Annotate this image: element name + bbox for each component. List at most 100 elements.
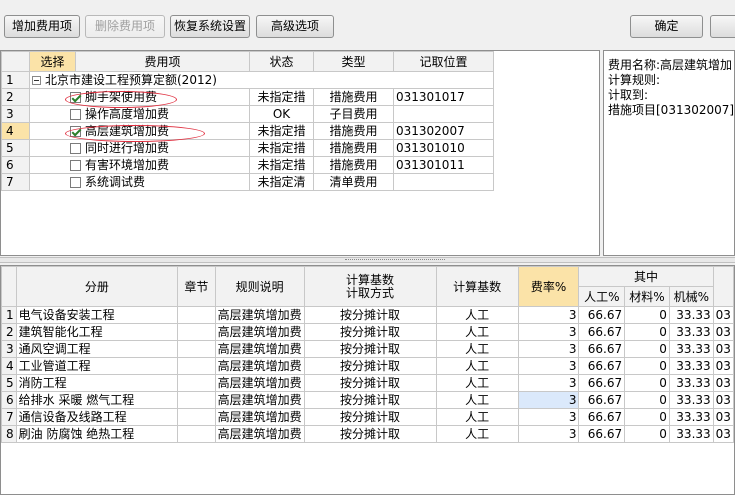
location-cell[interactable]: 031302007 [393,122,494,140]
labor-cell[interactable]: 66.67 [578,323,626,341]
location-column-header[interactable]: 记取位置 [393,51,494,72]
chapter-cell[interactable] [177,306,216,324]
material-cell[interactable]: 0 [624,425,670,443]
restore-settings-button[interactable]: 恢复系统设置 [170,15,250,38]
type-cell[interactable]: 清单费用 [313,173,394,191]
material-cell[interactable]: 0 [624,408,670,426]
table-row[interactable]: 3 通风空调工程 高层建筑增加费 按分摊计取 人工 3 66.67 0 33.33 03 [1,340,734,358]
labor-header[interactable]: 人工% [578,286,626,307]
rule-desc-cell[interactable]: 高层建筑增加费 [214,425,305,443]
labor-cell[interactable]: 66.67 [578,391,626,409]
rate-header[interactable]: 费率% [517,266,580,307]
material-cell[interactable]: 0 [624,357,670,375]
location-cell[interactable] [393,173,494,191]
table-row[interactable]: 3 操作高度增加费 OK 子目费用 [1,105,494,123]
calc-method-cell[interactable]: 按分摊计取 [303,408,437,426]
fee-item-cell[interactable]: 有害环境增加费 [29,156,250,174]
rule-desc-cell[interactable]: 高层建筑增加费 [214,306,305,324]
rate-cell[interactable]: 3 [517,425,580,443]
fee-item-cell[interactable]: 操作高度增加费 [29,105,250,123]
status-cell[interactable]: 未指定措 [249,88,314,106]
fen-ce-cell[interactable]: 刷油 防腐蚀 绝热工程 [15,425,179,443]
status-cell[interactable]: OK [249,105,314,123]
calc-method-cell[interactable]: 按分摊计取 [303,374,437,392]
checkbox-icon[interactable] [70,109,81,120]
rule-desc-cell[interactable]: 高层建筑增加费 [214,357,305,375]
fen-ce-header[interactable]: 分册 [15,266,179,307]
type-cell[interactable]: 子目费用 [313,105,394,123]
add-fee-button[interactable]: 增加费用项 [4,15,80,38]
calc-method-cell[interactable]: 按分摊计取 [303,306,437,324]
type-cell[interactable]: 措施费用 [313,139,394,157]
rule-desc-cell[interactable]: 高层建筑增加费 [214,408,305,426]
machine-cell[interactable]: 33.33 [668,425,714,443]
chapter-cell[interactable] [177,340,216,358]
calc-base-cell[interactable]: 人工 [435,425,519,443]
fen-ce-cell[interactable]: 通信设备及线路工程 [15,408,179,426]
rate-cell[interactable]: 3 [517,306,580,324]
location-cell[interactable]: 031301017 [393,88,494,106]
calc-base-cell[interactable]: 人工 [435,323,519,341]
fen-ce-cell[interactable]: 建筑智能化工程 [15,323,179,341]
machine-cell[interactable]: 33.33 [668,340,714,358]
table-row[interactable]: 4 高层建筑增加费 未指定措 措施费用 031302007 [1,122,494,140]
status-cell[interactable]: 未指定措 [249,122,314,140]
fee-item-cell[interactable]: 同时进行增加费 [29,139,250,157]
calc-base-cell[interactable]: 人工 [435,374,519,392]
calc-method-cell[interactable]: 按分摊计取 [303,323,437,341]
rate-cell[interactable]: 3 [517,391,580,409]
status-cell[interactable]: 未指定措 [249,156,314,174]
table-row[interactable]: 7 通信设备及线路工程 高层建筑增加费 按分摊计取 人工 3 66.67 0 33.33 03 [1,408,734,426]
rate-cell[interactable]: 3 [517,340,580,358]
material-cell[interactable]: 0 [624,374,670,392]
location-cell[interactable] [393,105,494,123]
table-row[interactable]: 8 刷油 防腐蚀 绝热工程 高层建筑增加费 按分摊计取 人工 3 66.67 0 33.33 03 [1,425,734,443]
fee-item-cell[interactable]: 脚手架使用费 [29,88,250,106]
calc-base-cell[interactable]: 人工 [435,340,519,358]
machine-header[interactable]: 机械% [668,286,714,307]
calc-method-cell[interactable]: 按分摊计取 [303,425,437,443]
table-row[interactable]: 1 电气设备安装工程 高层建筑增加费 按分摊计取 人工 3 66.67 0 33.33 03 [1,306,734,324]
calc-method-cell[interactable]: 按分摊计取 [303,391,437,409]
rule-desc-cell[interactable]: 高层建筑增加费 [214,391,305,409]
calc-base-cell[interactable]: 人工 [435,357,519,375]
chapter-header[interactable]: 章节 [177,266,216,307]
rule-desc-cell[interactable]: 高层建筑增加费 [214,374,305,392]
rate-cell[interactable]: 3 [517,374,580,392]
table-row[interactable]: 6 有害环境增加费 未指定措 措施费用 031301011 [1,156,494,174]
checkbox-icon[interactable] [70,160,81,171]
table-row[interactable]: 4 工业管道工程 高层建筑增加费 按分摊计取 人工 3 66.67 0 33.33 03 [1,357,734,375]
cancel-button-partial[interactable] [710,15,735,38]
collapse-icon[interactable] [32,76,41,85]
table-row[interactable]: 1 北京市建设工程预算定额(2012) [1,71,494,89]
fen-ce-cell[interactable]: 给排水 采暖 燃气工程 [15,391,179,409]
fen-ce-cell[interactable]: 消防工程 [15,374,179,392]
rule-desc-cell[interactable]: 高层建筑增加费 [214,340,305,358]
fee-item-cell[interactable]: 高层建筑增加费 [29,122,250,140]
chapter-cell[interactable] [177,374,216,392]
machine-cell[interactable]: 33.33 [668,357,714,375]
chapter-cell[interactable] [177,425,216,443]
type-column-header[interactable]: 类型 [313,51,394,72]
calc-base-header[interactable]: 计算基数 [435,266,519,307]
type-cell[interactable]: 措施费用 [313,156,394,174]
location-cell[interactable]: 031301010 [393,139,494,157]
machine-cell[interactable]: 33.33 [668,306,714,324]
advanced-options-button[interactable]: 高级选项 [256,15,334,38]
material-cell[interactable]: 0 [624,340,670,358]
status-cell[interactable]: 未指定清 [249,173,314,191]
status-cell[interactable]: 未指定措 [249,139,314,157]
material-cell[interactable]: 0 [624,391,670,409]
select-column-header[interactable]: 选择 [29,51,76,72]
status-column-header[interactable]: 状态 [249,51,314,72]
pane-splitter[interactable] [0,257,735,263]
labor-cell[interactable]: 66.67 [578,357,626,375]
group-row[interactable]: 北京市建设工程预算定额(2012) [29,71,494,89]
labor-cell[interactable]: 66.67 [578,306,626,324]
fee-item-cell[interactable]: 系统调试费 [29,173,250,191]
rule-desc-header[interactable]: 规则说明 [214,266,305,307]
rule-desc-cell[interactable]: 高层建筑增加费 [214,323,305,341]
checkbox-checked-icon[interactable] [70,126,81,137]
checkbox-icon[interactable] [70,143,81,154]
location-cell[interactable]: 031301011 [393,156,494,174]
